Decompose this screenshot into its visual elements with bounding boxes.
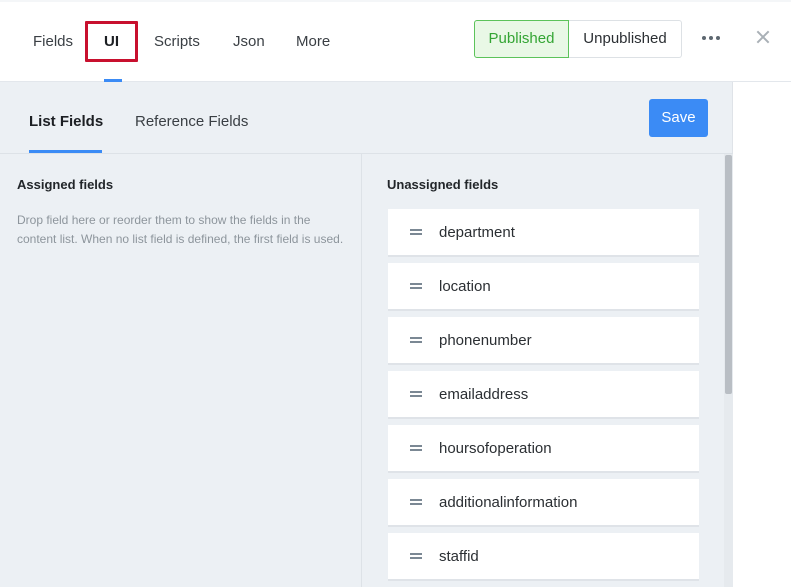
field-item-department[interactable]: department <box>388 209 699 257</box>
drag-handle-icon[interactable] <box>410 229 422 235</box>
field-label: phonenumber <box>439 332 532 349</box>
field-label: staffid <box>439 548 479 565</box>
field-label: hoursofoperation <box>439 440 552 457</box>
unpublished-button[interactable]: Unpublished <box>569 20 682 58</box>
unassigned-fields-title: Unassigned fields <box>387 177 499 192</box>
drag-handle-icon[interactable] <box>410 391 422 397</box>
field-item-additionalinformation[interactable]: additionalinformation <box>388 479 699 527</box>
published-button[interactable]: Published <box>474 20 569 58</box>
field-label: location <box>439 278 491 295</box>
tab-fields[interactable]: Fields <box>33 0 73 82</box>
tab-json[interactable]: Json <box>233 0 265 82</box>
field-item-staffid[interactable]: staffid <box>388 533 699 581</box>
tab-list-fields[interactable]: List Fields <box>29 82 103 154</box>
field-label: additionalinformation <box>439 494 578 511</box>
drag-handle-icon[interactable] <box>410 337 422 343</box>
tab-more[interactable]: More <box>296 0 330 82</box>
close-icon[interactable] <box>754 28 772 46</box>
active-subtab-indicator <box>29 150 102 153</box>
field-item-hoursofoperation[interactable]: hoursofoperation <box>388 425 699 473</box>
drag-handle-icon[interactable] <box>410 553 422 559</box>
unassigned-field-list: department location phonenumber emailadd… <box>388 209 699 587</box>
vertical-scrollbar[interactable] <box>724 154 733 587</box>
scrollbar-thumb[interactable] <box>725 155 732 394</box>
tab-reference-fields[interactable]: Reference Fields <box>135 82 248 154</box>
assigned-fields-hint: Drop field here or reorder them to show … <box>17 213 344 246</box>
more-horizontal-icon[interactable] <box>700 26 722 48</box>
assigned-fields-dropzone[interactable]: Assigned fields Drop field here or reord… <box>0 154 362 587</box>
assigned-fields-title: Assigned fields <box>17 177 114 192</box>
field-item-phonenumber[interactable]: phonenumber <box>388 317 699 365</box>
drag-handle-icon[interactable] <box>410 283 422 289</box>
tab-scripts[interactable]: Scripts <box>154 0 200 82</box>
publish-status-toggle: Published Unpublished <box>474 20 682 58</box>
top-bar: Fields UI Scripts Json More Published Un… <box>0 0 791 82</box>
ui-settings-panel: List Fields Reference Fields Save Assign… <box>0 82 733 587</box>
field-label: emailaddress <box>439 386 529 403</box>
field-label: department <box>439 224 515 241</box>
field-item-location[interactable]: location <box>388 263 699 311</box>
drag-handle-icon[interactable] <box>410 499 422 505</box>
subtab-bar: List Fields Reference Fields Save <box>0 82 733 154</box>
save-button[interactable]: Save <box>649 99 708 137</box>
unassigned-fields-pane: Unassigned fields department location ph… <box>363 154 733 587</box>
highlight-box <box>85 21 138 62</box>
field-item-emailaddress[interactable]: emailaddress <box>388 371 699 419</box>
drag-handle-icon[interactable] <box>410 445 422 451</box>
